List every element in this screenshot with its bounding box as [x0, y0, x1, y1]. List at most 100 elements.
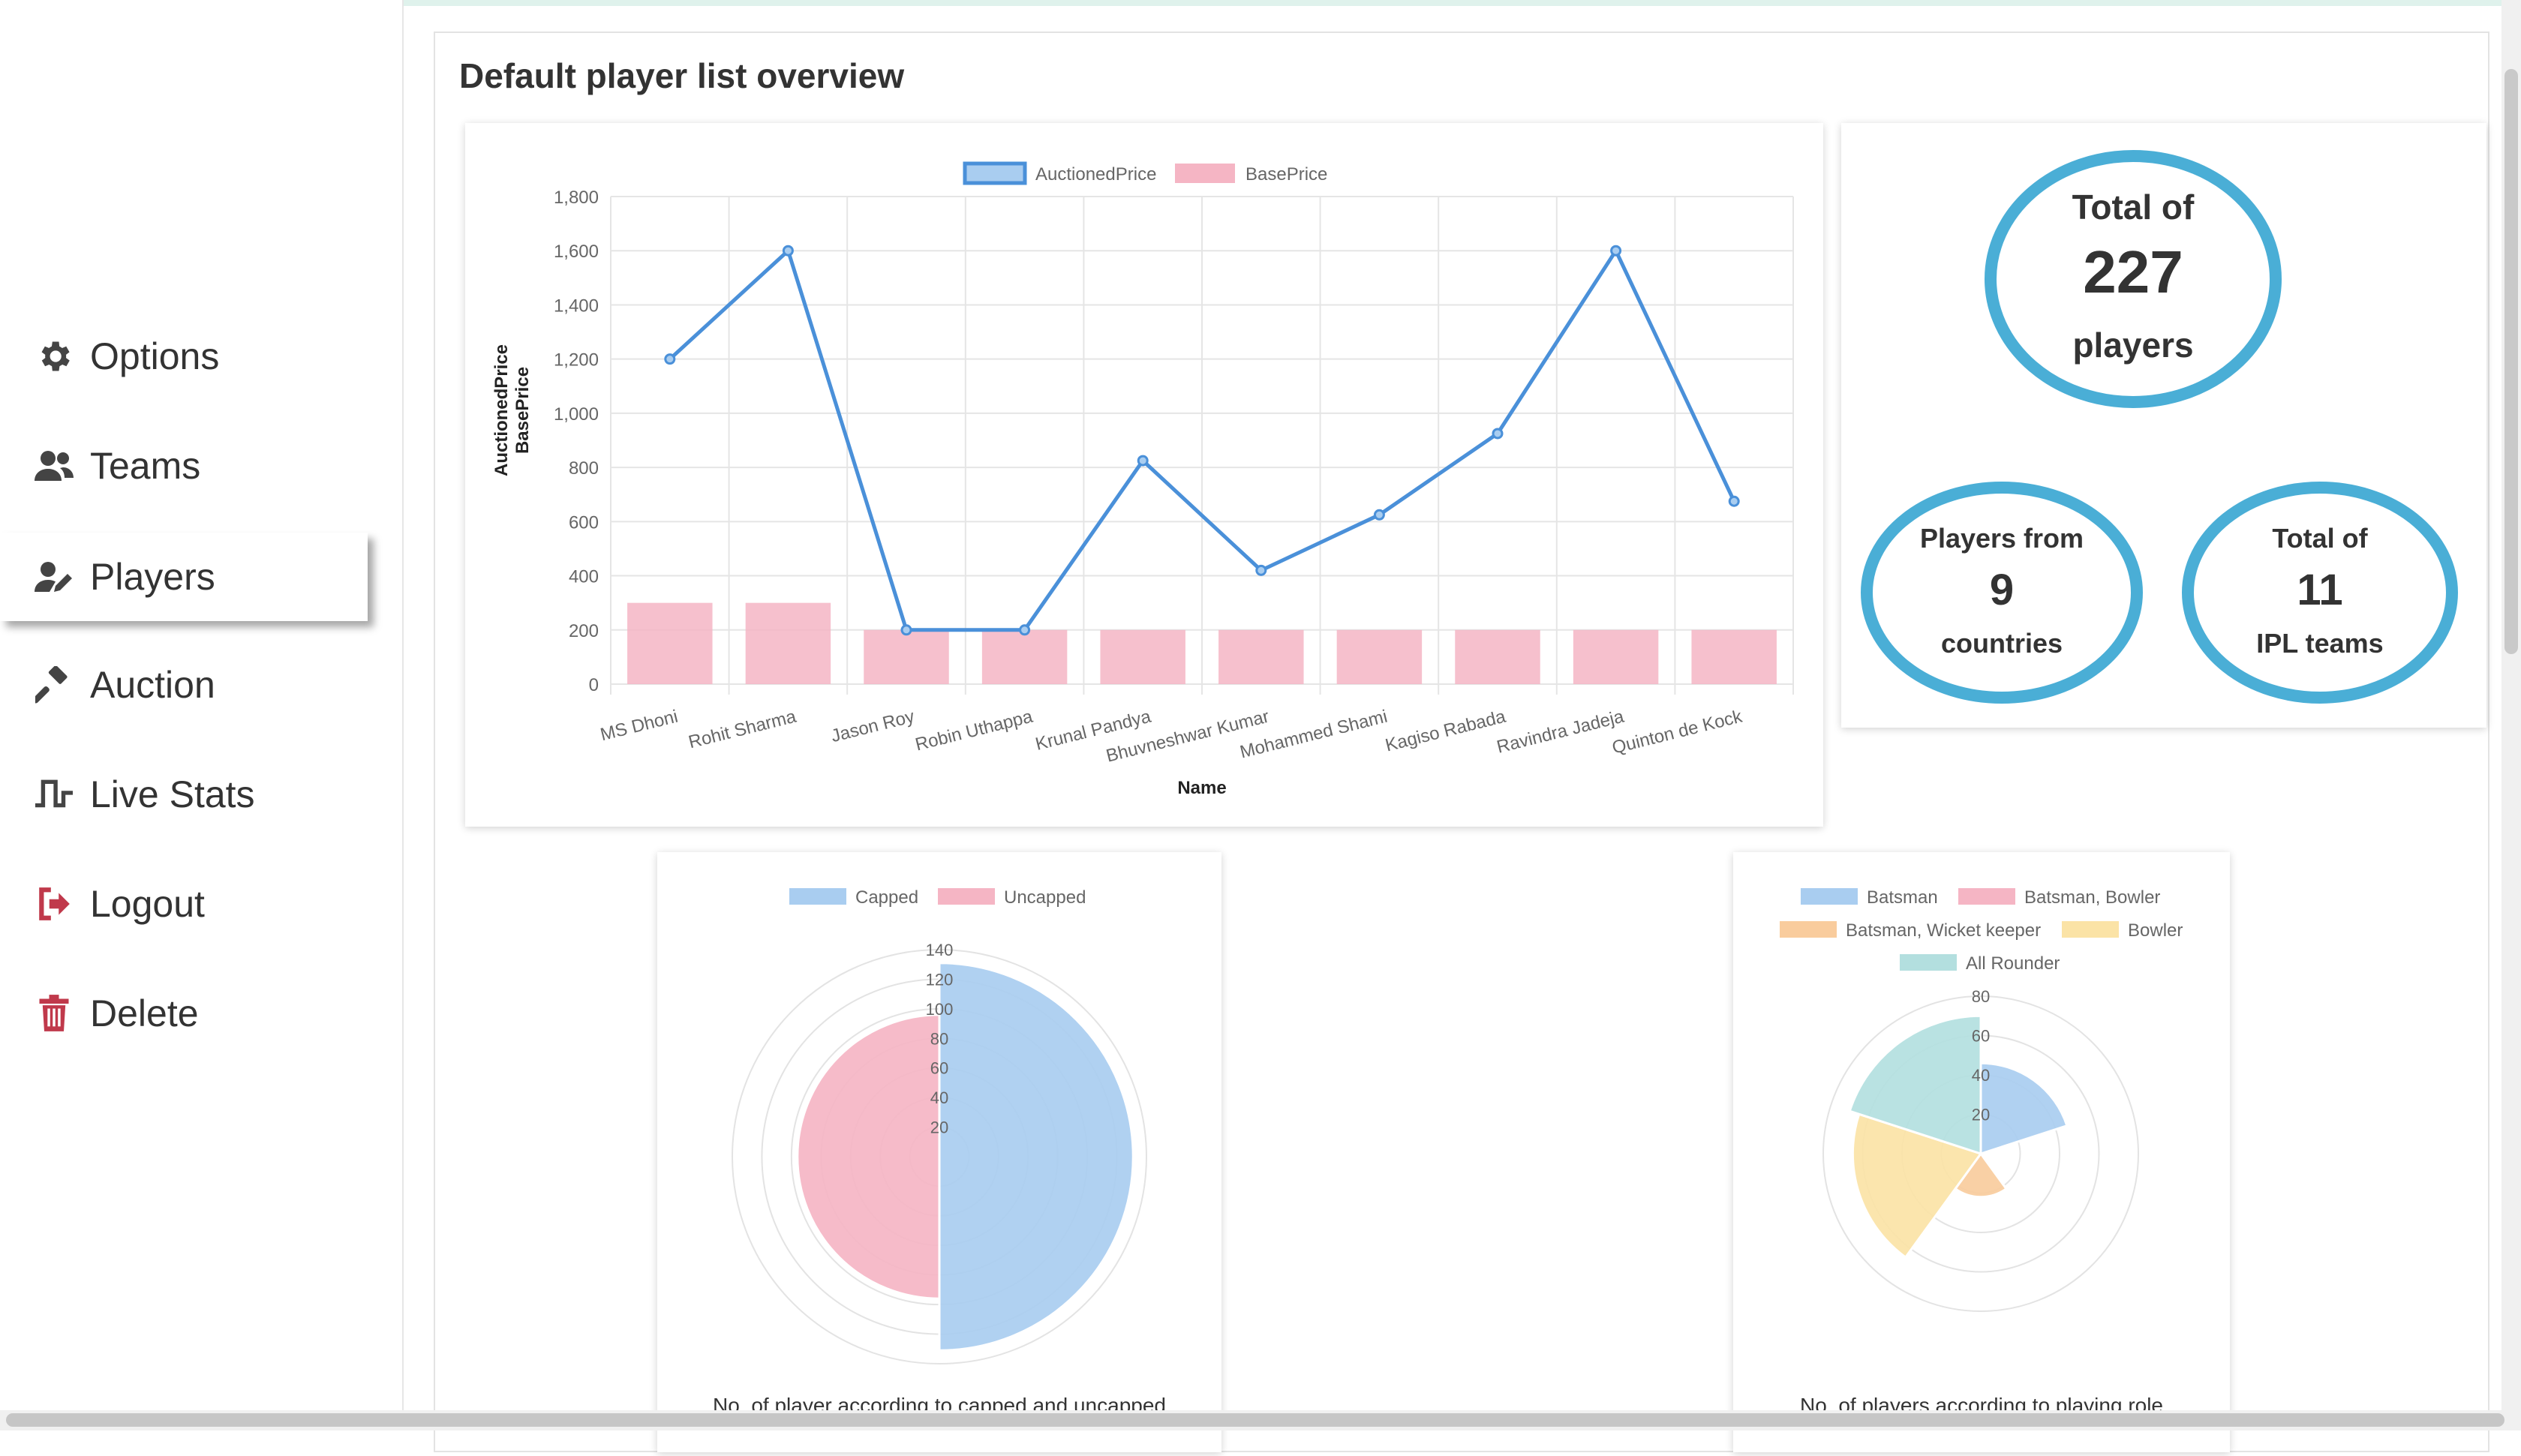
y-tick-label: 400 — [569, 567, 599, 587]
x-tick-label: Ravindra Jadeja — [1495, 706, 1626, 757]
sidebar-item-label: Delete — [90, 992, 199, 1034]
legend-label: BasePrice — [1245, 164, 1327, 185]
y-tick-label: 800 — [569, 458, 599, 479]
legend-label: Bowler — [2128, 920, 2183, 941]
price-chart-card: 0 200 400 600 800 1,000 1,200 1,400 1,600 1,800 MS… — [465, 123, 1823, 827]
bar-baseprice — [1691, 629, 1777, 684]
gear-icon — [33, 335, 75, 377]
sidebar-item-players[interactable]: Players — [0, 533, 368, 621]
countries-value: 9 — [1990, 566, 2014, 614]
sidebar: Options Teams Players Auction Live Stats… — [0, 0, 404, 1430]
sidebar-item-label: Auction — [90, 664, 215, 706]
polar-tick-label: 100 — [926, 1000, 954, 1019]
ipl-teams-bottom: IPL teams — [2256, 628, 2383, 659]
y-tick-label: 1,400 — [554, 296, 599, 316]
y-tick-label: 1,000 — [554, 404, 599, 425]
price-chart: 0 200 400 600 800 1,000 1,200 1,400 1,600 1,800 MS… — [491, 161, 1794, 798]
horizontal-scrollbar-thumb[interactable] — [6, 1413, 2504, 1427]
point-auctionedprice — [1728, 495, 1740, 507]
logout-icon — [33, 883, 75, 925]
point-auctionedprice — [782, 245, 794, 257]
x-tick-label: Rohit Sharma — [687, 706, 799, 752]
legend-label: Uncapped — [1004, 887, 1086, 908]
bar-baseprice — [1336, 629, 1423, 684]
sidebar-item-label: Options — [90, 335, 220, 377]
legend-label: Batsman, Bowler — [2024, 887, 2160, 908]
stats-card: Total of 227 players Players from 9 coun… — [1841, 123, 2486, 728]
point-auctionedprice — [1019, 624, 1031, 636]
polar-tick-label: 120 — [926, 970, 954, 989]
polar-tick-label: 40 — [1972, 1066, 1990, 1085]
vertical-scrollbar-thumb[interactable] — [2504, 69, 2518, 654]
bar-baseprice — [1573, 629, 1659, 684]
x-tick-label: MS Dhoni — [598, 707, 680, 746]
polar-tick-label: 60 — [930, 1059, 948, 1078]
total-players-bottom: players — [2072, 326, 2193, 365]
users-icon — [33, 445, 75, 487]
legend-label: All Rounder — [1966, 953, 2060, 974]
countries-top: Players from — [1920, 523, 2084, 554]
sidebar-item-auction[interactable]: Auction — [0, 641, 368, 729]
polar-tick-label: 20 — [930, 1118, 948, 1137]
x-axis-title: Name — [1177, 778, 1226, 798]
polar-tick-label: 20 — [1972, 1106, 1990, 1124]
countries-bottom: countries — [1941, 628, 2063, 659]
role-polar-chart: 20 40 60 80 Batsman Batsman, Bowler Batsman, W… — [1780, 887, 2183, 1312]
user-edit-icon — [33, 556, 75, 598]
y-tick-label: 200 — [569, 621, 599, 641]
total-players-value: 227 — [2083, 239, 2183, 305]
legend-swatch — [938, 888, 995, 905]
sidebar-item-label: Teams — [90, 445, 201, 487]
page-title: Default player list overview — [459, 56, 905, 95]
bar-baseprice — [1218, 629, 1304, 684]
polar-segment-batsman — [1979, 1061, 2069, 1156]
y-tick-label: 1,800 — [554, 188, 599, 208]
polar-tick-label: 80 — [1972, 987, 1990, 1006]
polar-tick-label: 60 — [1972, 1027, 1990, 1046]
legend-swatch — [1780, 921, 1837, 938]
capped-polar-card: 20 40 60 80 100 120 140 Capped Uncapped No. of p… — [657, 852, 1221, 1452]
x-tick-label: Quinton de Kock — [1610, 706, 1745, 758]
polar-segment-capped — [938, 962, 1134, 1352]
x-tick-label: Robin Uthappa — [913, 706, 1035, 755]
ipl-teams-top: Total of — [2272, 523, 2368, 554]
legend-swatch — [789, 888, 846, 905]
point-auctionedprice — [1610, 245, 1622, 257]
polar-tick-label: 140 — [926, 941, 954, 959]
point-auctionedprice — [900, 624, 912, 636]
polar-tick-label: 80 — [930, 1029, 948, 1048]
bar-baseprice — [1455, 629, 1540, 684]
y-tick-label: 600 — [569, 512, 599, 533]
bar-baseprice — [981, 629, 1068, 684]
point-auctionedprice — [664, 353, 676, 365]
legend-swatch — [1900, 954, 1957, 971]
sidebar-item-logout[interactable]: Logout — [0, 860, 368, 948]
legend-label: Capped — [855, 887, 918, 908]
ipl-teams-value: 11 — [2297, 566, 2342, 614]
polar-segment-uncapped — [796, 1013, 941, 1300]
point-auctionedprice — [1137, 455, 1149, 467]
sidebar-item-label: Live Stats — [90, 773, 255, 815]
bar-baseprice — [627, 602, 713, 684]
capped-polar-chart: 20 40 60 80 100 120 140 Capped Uncapped — [732, 887, 1147, 1364]
legend-swatch — [1175, 164, 1235, 183]
legend-label: AuctionedPrice — [1035, 164, 1156, 185]
legend-label: Batsman, Wicket keeper — [1846, 920, 2041, 941]
trash-icon — [33, 992, 75, 1034]
y-axis-title: AuctionedPrice — [491, 344, 512, 476]
sidebar-item-label: Players — [90, 556, 215, 598]
y-tick-label: 1,600 — [554, 242, 599, 262]
sidebar-item-teams[interactable]: Teams — [0, 422, 368, 510]
sidebar-item-options[interactable]: Options — [0, 312, 368, 401]
point-auctionedprice — [1492, 428, 1504, 440]
point-auctionedprice — [1255, 564, 1267, 576]
sidebar-item-delete[interactable]: Delete — [0, 969, 368, 1058]
gavel-icon — [33, 664, 75, 706]
bar-baseprice — [864, 629, 949, 684]
total-players-top: Total of — [2072, 188, 2195, 227]
y-axis-title: BasePrice — [512, 367, 533, 454]
x-tick-label: Jason Roy — [829, 707, 917, 747]
sidebar-item-live-stats[interactable]: Live Stats — [0, 750, 368, 839]
bar-baseprice — [1100, 629, 1185, 684]
sidebar-item-label: Logout — [90, 883, 205, 925]
